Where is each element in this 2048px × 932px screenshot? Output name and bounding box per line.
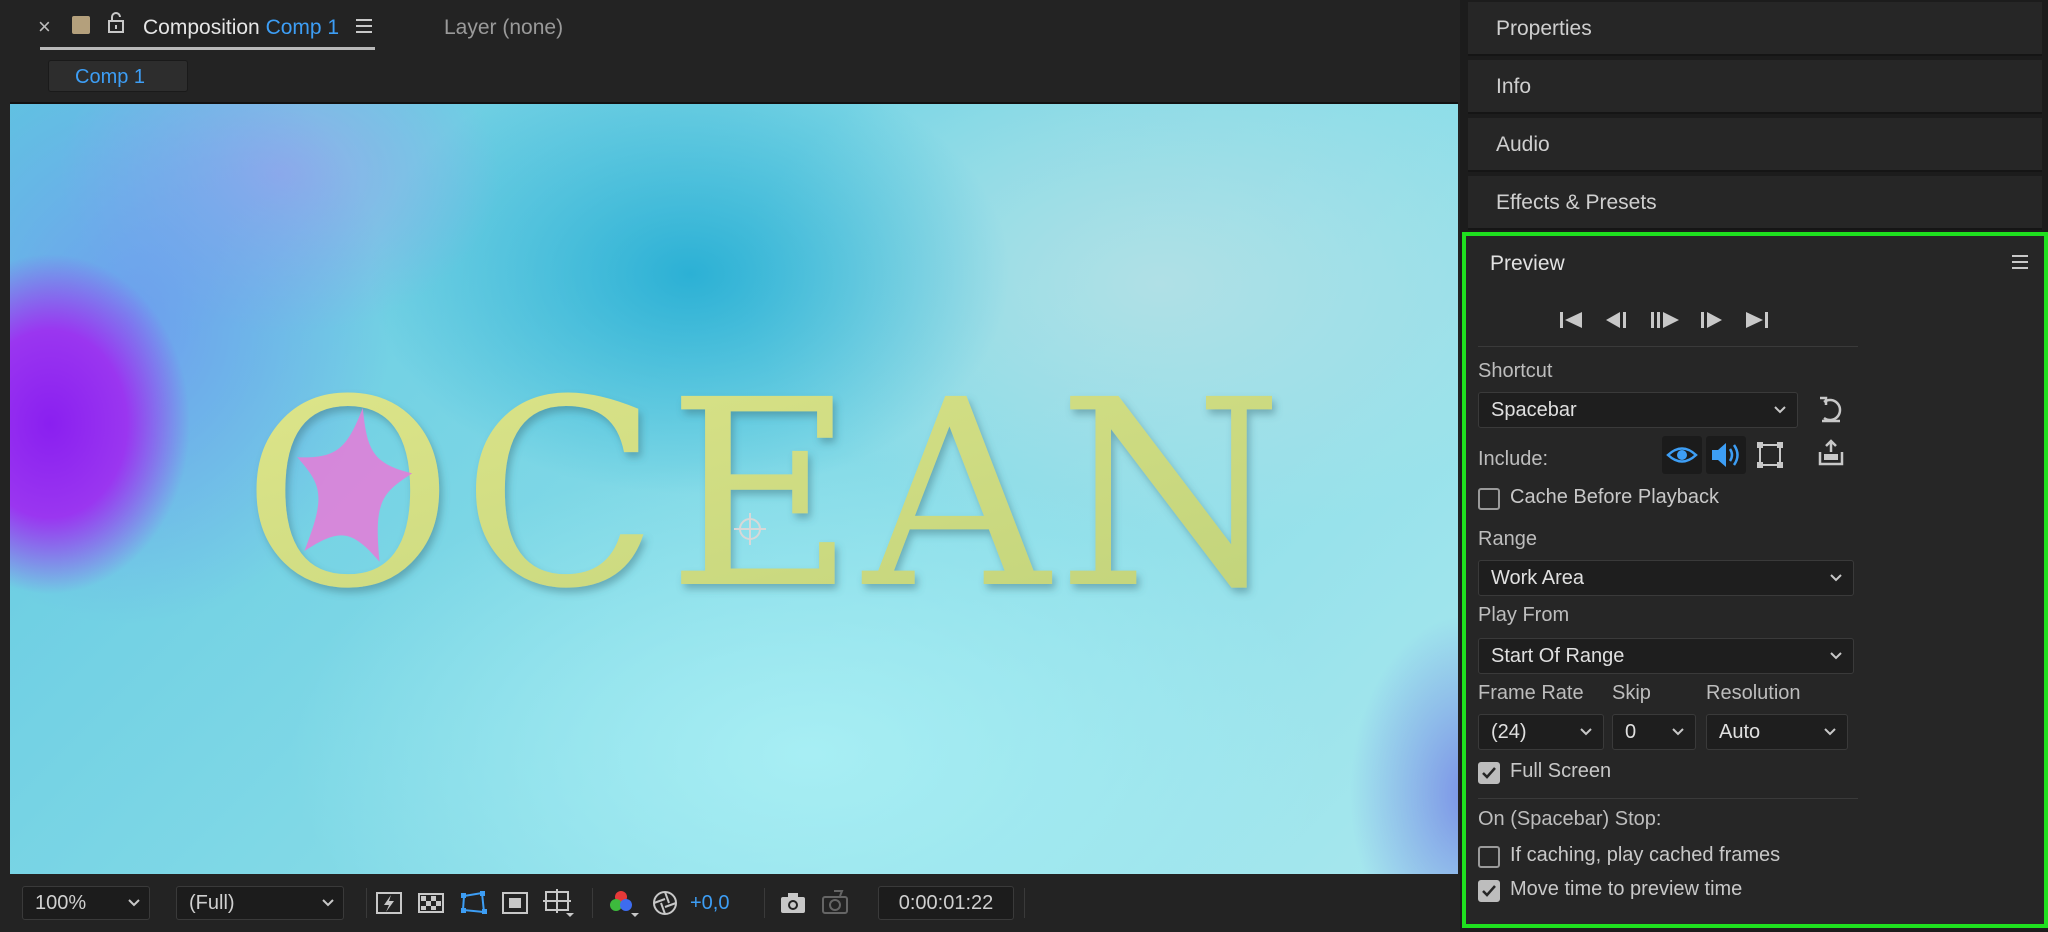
toolbar-divider xyxy=(366,888,367,918)
grid-guides-icon[interactable] xyxy=(542,888,574,918)
play-from-label: Play From xyxy=(1478,604,1570,626)
close-tab-icon[interactable]: × xyxy=(38,14,51,40)
magnification-value: 100% xyxy=(35,892,87,914)
shortcut-value: Spacebar xyxy=(1491,399,1577,421)
comp-color-swatch-icon[interactable] xyxy=(72,16,90,34)
info-panel-title: Info xyxy=(1496,75,1532,98)
chevron-down-icon xyxy=(1829,561,1843,606)
section-divider xyxy=(1478,346,1858,347)
show-channel-icon[interactable] xyxy=(606,888,639,918)
breadcrumb-bar: Comp 1 xyxy=(10,52,1458,104)
viewer-toolbar: 100% (Full) +0,0 0:00:01:22 xyxy=(10,876,1458,932)
composition-panel: × Composition Comp 1 Layer (none) Comp 1 xyxy=(0,0,1460,932)
skip-value: 0 xyxy=(1625,721,1637,743)
skip-label: Skip xyxy=(1612,682,1651,704)
play-from-dropdown[interactable]: Start Of Range xyxy=(1478,638,1854,674)
preview-panel: Preview Shortcut Spacebar Include: Cache… xyxy=(1462,232,2048,928)
region-of-interest-icon[interactable] xyxy=(500,888,530,918)
current-time-display[interactable]: 0:00:01:22 xyxy=(878,886,1014,920)
toolbar-divider xyxy=(764,888,765,918)
full-screen-label: Full Screen xyxy=(1510,760,1612,782)
include-overlays-toggle[interactable] xyxy=(1750,436,1790,474)
chevron-down-icon xyxy=(321,887,335,929)
transparency-grid-icon[interactable] xyxy=(416,888,446,918)
audio-panel-header[interactable]: Audio xyxy=(1468,118,2042,172)
chevron-down-icon xyxy=(127,887,141,929)
toolbar-divider xyxy=(592,888,593,918)
include-video-toggle[interactable] xyxy=(1662,436,1702,474)
mask-path-visibility-icon[interactable] xyxy=(458,888,488,918)
composition-tab-name: Comp 1 xyxy=(265,16,340,39)
last-frame-icon[interactable] xyxy=(1742,304,1772,336)
composition-viewer[interactable]: OCEAN xyxy=(10,104,1458,874)
play-stop-icon[interactable] xyxy=(1648,304,1682,336)
lock-icon[interactable] xyxy=(107,12,125,39)
include-toggles xyxy=(1662,436,1792,474)
chevron-down-icon xyxy=(1829,639,1843,684)
checkbox-box xyxy=(1478,846,1500,868)
frame-rate-label: Frame Rate xyxy=(1478,682,1584,704)
preview-resolution-value: Auto xyxy=(1719,721,1761,743)
checkmark-icon xyxy=(1482,885,1496,897)
section-divider xyxy=(1478,798,1858,799)
range-label: Range xyxy=(1478,528,1537,550)
exposure-value[interactable]: +0,0 xyxy=(690,892,729,915)
cache-before-playback-label: Cache Before Playback xyxy=(1510,486,1720,508)
first-frame-icon[interactable] xyxy=(1556,304,1586,336)
resolution-value: (Full) xyxy=(189,892,235,914)
active-tab-underline xyxy=(40,47,375,50)
shortcut-dropdown[interactable]: Spacebar xyxy=(1478,392,1798,428)
layer-tab[interactable]: Layer (none) xyxy=(444,16,563,40)
checkbox-box xyxy=(1478,880,1500,902)
chevron-down-icon xyxy=(1671,715,1685,760)
fast-previews-icon[interactable] xyxy=(374,888,404,918)
snapshot-camera-icon[interactable] xyxy=(778,888,808,918)
checkmark-icon xyxy=(1482,767,1496,779)
effects-presets-panel-header[interactable]: Effects & Presets xyxy=(1468,176,2042,230)
on-stop-label: On (Spacebar) Stop: xyxy=(1478,808,1662,830)
include-label: Include: xyxy=(1478,448,1549,470)
preview-panel-title: Preview xyxy=(1490,252,1565,275)
chevron-down-icon xyxy=(1823,715,1837,760)
composition-tab[interactable]: Composition Comp 1 xyxy=(143,16,339,40)
breadcrumb[interactable]: Comp 1 xyxy=(48,60,188,92)
export-icon[interactable] xyxy=(1816,438,1846,470)
ocean-title-text: OCEAN xyxy=(242,345,1291,645)
reset-exposure-icon[interactable] xyxy=(650,888,680,918)
range-value: Work Area xyxy=(1491,567,1584,589)
ocean-title-artwork: OCEAN xyxy=(242,345,1291,645)
move-time-label: Move time to preview time xyxy=(1510,878,1743,900)
chevron-down-icon xyxy=(1579,715,1593,760)
resolution-dropdown[interactable]: (Full) xyxy=(176,886,344,920)
panel-menu-icon[interactable] xyxy=(2012,254,2030,275)
audio-panel-title: Audio xyxy=(1496,133,1550,156)
composition-tab-prefix: Composition xyxy=(143,16,260,39)
shortcut-label: Shortcut xyxy=(1478,360,1553,382)
frame-rate-value: (24) xyxy=(1491,721,1527,743)
toolbar-divider xyxy=(1024,888,1025,918)
composition-tab-bar: × Composition Comp 1 Layer (none) xyxy=(10,0,1458,52)
preview-resolution-dropdown[interactable]: Auto xyxy=(1706,714,1848,750)
effects-presets-panel-title: Effects & Presets xyxy=(1496,191,1657,214)
chevron-down-icon xyxy=(1773,393,1787,438)
frame-rate-dropdown[interactable]: (24) xyxy=(1478,714,1604,750)
panel-menu-icon[interactable] xyxy=(356,18,374,39)
resolution-label: Resolution xyxy=(1706,682,1801,704)
next-frame-icon[interactable] xyxy=(1696,304,1726,336)
previous-frame-icon[interactable] xyxy=(1602,304,1632,336)
show-snapshot-icon[interactable] xyxy=(820,888,850,918)
play-from-value: Start Of Range xyxy=(1491,645,1625,667)
info-panel-header[interactable]: Info xyxy=(1468,60,2042,114)
skip-dropdown[interactable]: 0 xyxy=(1612,714,1696,750)
properties-panel-title: Properties xyxy=(1496,17,1592,40)
range-dropdown[interactable]: Work Area xyxy=(1478,560,1854,596)
checkbox-box xyxy=(1478,762,1500,784)
properties-panel-header[interactable]: Properties xyxy=(1468,2,2042,56)
include-audio-toggle[interactable] xyxy=(1706,436,1746,474)
checkbox-box xyxy=(1478,488,1500,510)
if-caching-label: If caching, play cached frames xyxy=(1510,844,1781,866)
magnification-dropdown[interactable]: 100% xyxy=(22,886,150,920)
reset-shortcut-icon[interactable] xyxy=(1816,394,1846,426)
